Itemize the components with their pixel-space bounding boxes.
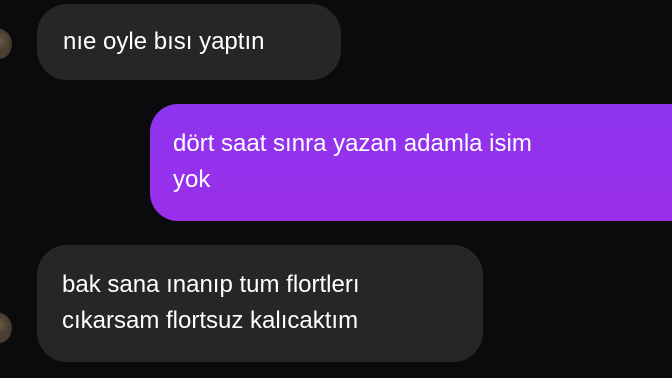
message-thread: nıe oyle bısı yaptın dört saat sınra yaz… <box>0 0 672 378</box>
message-text: cıkarsam flortsuz kalıcaktım <box>62 307 359 334</box>
outgoing-message-bubble[interactable]: dört saat sınra yazan adamla isim yok <box>150 104 672 221</box>
message-text: yok <box>173 166 211 193</box>
message-text: nıe oyle bısı yaptın <box>63 28 265 55</box>
contact-avatar[interactable] <box>0 312 12 344</box>
incoming-message-bubble[interactable]: nıe oyle bısı yaptın <box>37 4 341 80</box>
message-text: dört saat sınra yazan adamla isim <box>173 130 532 157</box>
contact-avatar[interactable] <box>0 28 12 60</box>
message-text: bak sana ınanıp tum flortlerı <box>62 271 360 298</box>
incoming-message-bubble[interactable]: bak sana ınanıp tum flortlerı cıkarsam f… <box>37 245 483 362</box>
